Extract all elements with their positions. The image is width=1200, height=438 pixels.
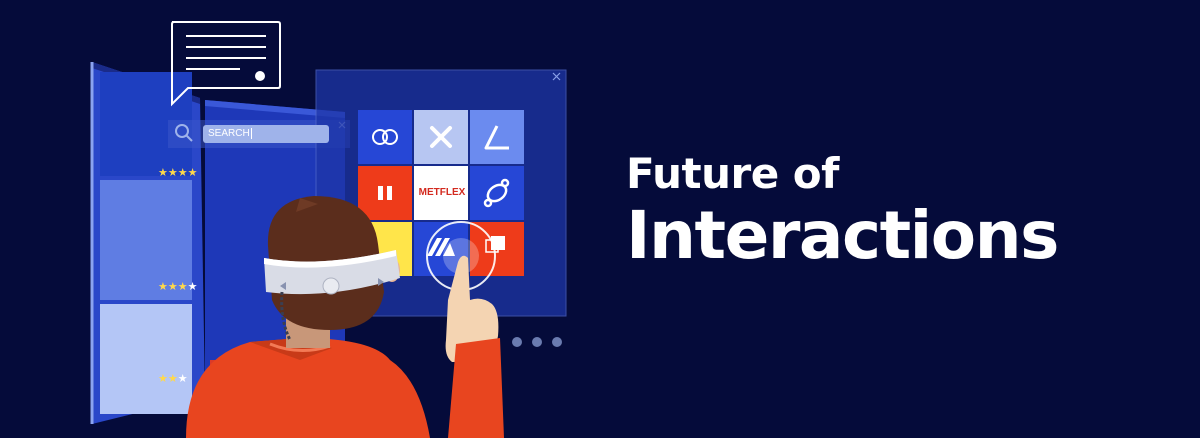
banner: ★★★★ ★★★★ ★★★ SEARCH METFLEX Future of I… (0, 0, 1200, 438)
app-tile[interactable] (470, 166, 524, 220)
svg-text:★★★: ★★★ (158, 372, 188, 385)
headline-line-2: Interactions (626, 197, 1059, 274)
app-tile[interactable] (358, 166, 412, 220)
svg-text:★★★★: ★★★★ (158, 280, 198, 293)
app-tile[interactable] (358, 110, 412, 164)
app-tile[interactable] (470, 110, 524, 164)
search-input[interactable]: SEARCH (203, 125, 329, 143)
app-tile-label: METFLEX (418, 187, 466, 198)
curved-left-panel: ★★★★ ★★★★ ★★★ (90, 62, 205, 424)
vr-illustration: ★★★★ ★★★★ ★★★ (90, 21, 567, 438)
text-caret (250, 128, 255, 139)
headline: Future of Interactions (626, 149, 1059, 274)
page-indicator (512, 337, 562, 347)
media-tile[interactable] (100, 304, 192, 414)
star-icon: ★★★★ (158, 166, 198, 179)
search-label: SEARCH (208, 128, 250, 139)
headline-line-1: Future of (626, 149, 839, 198)
